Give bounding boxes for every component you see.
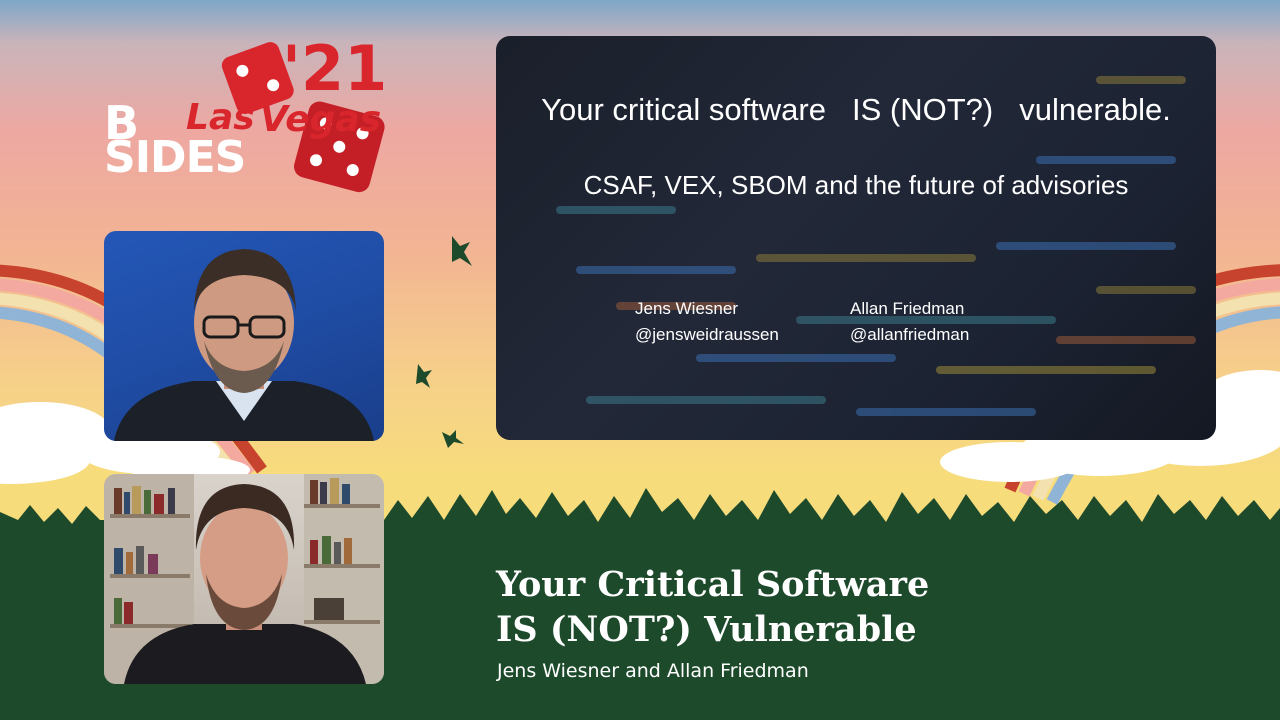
slide-speaker-2: Allan Friedman @allanfriedman xyxy=(850,296,969,348)
talk-title-line-2: IS (NOT?) Vulnerable xyxy=(496,609,917,650)
event-logo: '21 B Las Vegas SIDES xyxy=(100,30,400,200)
talk-title-line-1: Your Critical Software xyxy=(496,564,930,605)
slide-title: Your critical software IS (NOT?) vulnerabl… xyxy=(496,92,1216,128)
speaker-handle: @allanfriedman xyxy=(850,325,970,344)
slide-speaker-1: Jens Wiesner @jensweidraussen xyxy=(635,296,779,348)
logo-year: '21 xyxy=(282,32,388,105)
slide-title-part-2: IS (NOT?) xyxy=(851,92,994,127)
webcam-feed-speaker-1 xyxy=(104,231,384,441)
conference-stream-layout: '21 B Las Vegas SIDES Your critical soft… xyxy=(0,0,1280,720)
slide-subtitle: CSAF, VEX, SBOM and the future of adviso… xyxy=(583,170,1129,200)
logo-sides: SIDES xyxy=(104,132,246,183)
presentation-slide: Your critical software IS (NOT?) vulnerabl… xyxy=(496,36,1216,440)
talk-title: Your Critical Software IS (NOT?) Vulnera… xyxy=(496,562,929,652)
bookshelf-background xyxy=(104,474,384,684)
logo-las: Las xyxy=(186,97,255,138)
webcam-feed-speaker-2 xyxy=(104,474,384,684)
talk-authors: Jens Wiesner and Allan Friedman xyxy=(497,660,809,682)
slide-title-part-1: Your critical software xyxy=(541,92,826,127)
speaker-name: Allan Friedman xyxy=(850,299,965,318)
slide-title-part-3: vulnerable. xyxy=(1019,92,1171,127)
bird-icon xyxy=(416,236,472,448)
person-avatar-icon xyxy=(114,249,374,441)
speaker-handle: @jensweidraussen xyxy=(635,325,779,344)
speaker-name: Jens Wiesner xyxy=(635,299,738,318)
logo-vegas: Vegas xyxy=(260,99,382,140)
